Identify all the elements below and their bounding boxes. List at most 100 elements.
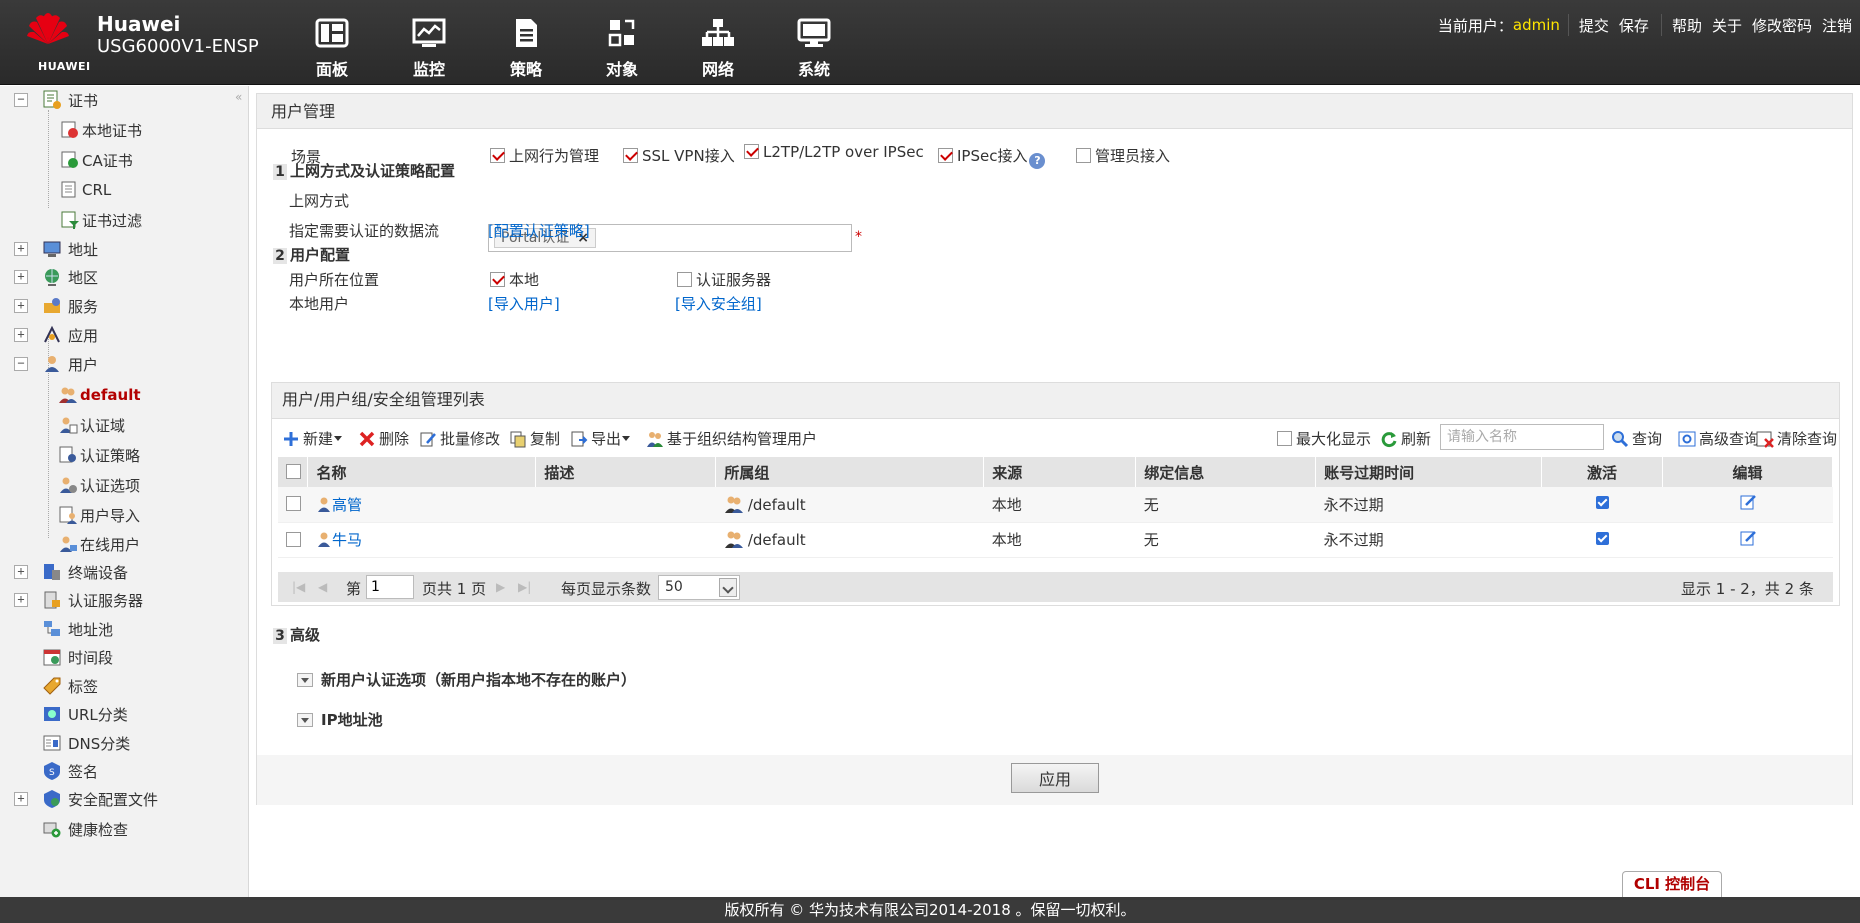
nav-dashboard[interactable]: 面板 bbox=[292, 18, 372, 80]
refresh-button[interactable]: 刷新 bbox=[1380, 428, 1431, 449]
select-all-checkbox[interactable] bbox=[286, 464, 301, 479]
about-link[interactable]: 关于 bbox=[1712, 15, 1742, 36]
nav-system[interactable]: 系统 bbox=[774, 18, 854, 80]
col-active[interactable]: 激活 bbox=[1541, 457, 1664, 487]
user-name-link[interactable]: 牛马 bbox=[332, 531, 362, 549]
checkbox[interactable] bbox=[744, 144, 759, 159]
per-page-select[interactable]: 50 bbox=[658, 575, 740, 600]
tree-item-local-cert[interactable]: 本地证书 bbox=[60, 118, 142, 142]
expand-icon[interactable]: + bbox=[14, 593, 28, 607]
tree-item-user[interactable]: − 用户 bbox=[14, 352, 98, 376]
org-manage-button[interactable]: 基于组织结构管理用户 bbox=[646, 428, 817, 449]
tree-item-tag[interactable]: 标签 bbox=[42, 674, 98, 698]
expand-icon[interactable]: + bbox=[14, 299, 28, 313]
page-number-input[interactable] bbox=[366, 575, 414, 599]
col-binding[interactable]: 绑定信息 bbox=[1135, 457, 1317, 487]
user-name-link[interactable]: 高管 bbox=[332, 496, 362, 514]
ip-pool-section[interactable]: IP地址池 bbox=[297, 709, 383, 730]
tree-item-crl[interactable]: CRL bbox=[60, 178, 111, 202]
query-button[interactable]: 查询 bbox=[1611, 428, 1662, 449]
scene-option-ssl-vpn[interactable]: SSL VPN接入 bbox=[623, 145, 735, 166]
nav-monitor[interactable]: 监控 bbox=[389, 18, 469, 80]
nav-policy[interactable]: 策略 bbox=[486, 18, 566, 80]
checkbox[interactable] bbox=[677, 272, 692, 287]
tree-item-dns-category[interactable]: DNS分类 bbox=[42, 731, 130, 755]
expand-triangle-icon[interactable] bbox=[297, 672, 313, 687]
expand-icon[interactable]: + bbox=[14, 242, 28, 256]
collapse-icon[interactable]: − bbox=[14, 93, 28, 107]
tree-item-signature[interactable]: S 签名 bbox=[42, 759, 98, 783]
tree-item-address[interactable]: + 地址 bbox=[14, 237, 98, 261]
expand-icon[interactable]: + bbox=[14, 792, 28, 806]
tree-item-service[interactable]: + 服务 bbox=[14, 294, 98, 318]
tree-item-health-check[interactable]: 健康检查 bbox=[42, 817, 128, 841]
tree-item-user-import[interactable]: 用户导入 bbox=[58, 503, 140, 527]
apply-button[interactable]: 应用 bbox=[1011, 763, 1099, 793]
tree-item-auth-policy[interactable]: 认证策略 bbox=[58, 443, 140, 467]
row-checkbox[interactable] bbox=[286, 531, 301, 547]
checkbox[interactable] bbox=[623, 148, 638, 163]
sidebar-collapse-icon[interactable]: « bbox=[235, 90, 242, 104]
tree-item-auth-domain[interactable]: 认证域 bbox=[58, 413, 125, 437]
next-page-icon[interactable]: ▶ bbox=[496, 580, 505, 594]
table-row[interactable]: 牛马 /default 本地 无 永不过期 bbox=[278, 522, 1833, 557]
col-edit[interactable]: 编辑 bbox=[1662, 457, 1833, 487]
clear-query-button[interactable]: 清除查询 bbox=[1756, 428, 1837, 449]
nav-network[interactable]: 网络 bbox=[678, 18, 758, 80]
last-page-icon[interactable]: ▶| bbox=[518, 580, 531, 594]
col-group[interactable]: 所属组 bbox=[715, 457, 985, 487]
checkbox[interactable] bbox=[938, 148, 953, 163]
cli-console-button[interactable]: CLI 控制台 bbox=[1622, 871, 1722, 897]
tree-item-auth-option[interactable]: 认证选项 bbox=[58, 473, 140, 497]
advanced-query-button[interactable]: 高级查询 bbox=[1678, 428, 1759, 449]
tree-item-cert-filter[interactable]: 证书过滤 bbox=[60, 208, 142, 232]
help-icon[interactable]: ? bbox=[1029, 153, 1046, 169]
edit-icon[interactable] bbox=[1739, 493, 1757, 511]
submit-link[interactable]: 提交 bbox=[1579, 15, 1609, 36]
col-desc[interactable]: 描述 bbox=[535, 457, 717, 487]
export-button[interactable]: 导出 bbox=[570, 428, 631, 449]
tree-item-security-profile[interactable]: + 安全配置文件 bbox=[14, 787, 158, 811]
checkbox[interactable] bbox=[1076, 148, 1091, 163]
first-page-icon[interactable]: |◀ bbox=[292, 580, 305, 594]
import-user-link[interactable]: [导入用户] bbox=[488, 293, 560, 314]
nav-object[interactable]: 对象 bbox=[582, 18, 662, 80]
row-checkbox[interactable] bbox=[286, 496, 301, 512]
expand-icon[interactable]: + bbox=[14, 565, 28, 579]
tree-item-ca-cert[interactable]: CA证书 bbox=[60, 148, 133, 172]
scene-option-web-behavior[interactable]: 上网行为管理 bbox=[490, 145, 599, 166]
tree-item-certificate[interactable]: − 证书 bbox=[14, 88, 98, 112]
prev-page-icon[interactable]: ◀ bbox=[318, 580, 327, 594]
tree-item-time-range[interactable]: 时间段 bbox=[42, 645, 113, 669]
active-checkbox[interactable] bbox=[1595, 531, 1609, 545]
active-checkbox[interactable] bbox=[1595, 496, 1609, 510]
copy-button[interactable]: 复制 bbox=[509, 428, 560, 449]
expand-icon[interactable]: + bbox=[14, 328, 28, 342]
expand-icon[interactable]: + bbox=[14, 270, 28, 284]
col-source[interactable]: 来源 bbox=[983, 457, 1137, 487]
batch-edit-button[interactable]: 批量修改 bbox=[419, 428, 500, 449]
help-link[interactable]: 帮助 bbox=[1672, 15, 1702, 36]
tree-item-url-category[interactable]: URL分类 bbox=[42, 702, 128, 726]
new-button[interactable]: 新建 bbox=[282, 428, 343, 449]
checkbox[interactable] bbox=[490, 272, 505, 287]
expand-triangle-icon[interactable] bbox=[297, 712, 313, 727]
scene-option-ipsec[interactable]: IPSec接入? bbox=[938, 145, 1046, 169]
col-name[interactable]: 名称 bbox=[307, 457, 537, 487]
table-row[interactable]: 高管 /default 本地 无 永不过期 bbox=[278, 487, 1833, 522]
collapse-icon[interactable]: − bbox=[14, 357, 28, 371]
configure-auth-policy-link[interactable]: [配置认证策略] bbox=[488, 220, 590, 241]
location-local-option[interactable]: 本地 bbox=[490, 269, 539, 290]
scene-option-admin[interactable]: 管理员接入 bbox=[1076, 145, 1170, 166]
tree-item-online-user[interactable]: 在线用户 bbox=[58, 532, 140, 556]
search-input[interactable] bbox=[1440, 424, 1604, 450]
tree-item-terminal-device[interactable]: + 终端设备 bbox=[14, 560, 128, 584]
import-security-group-link[interactable]: [导入安全组] bbox=[675, 293, 762, 314]
col-expire[interactable]: 账号过期时间 bbox=[1315, 457, 1543, 487]
save-link[interactable]: 保存 bbox=[1619, 15, 1649, 36]
tree-item-application[interactable]: + 应用 bbox=[14, 323, 98, 347]
change-password-link[interactable]: 修改密码 bbox=[1752, 15, 1812, 36]
edit-icon[interactable] bbox=[1739, 529, 1757, 547]
chevron-down-icon[interactable] bbox=[719, 578, 737, 597]
tree-item-address-pool[interactable]: 地址池 bbox=[42, 617, 113, 641]
